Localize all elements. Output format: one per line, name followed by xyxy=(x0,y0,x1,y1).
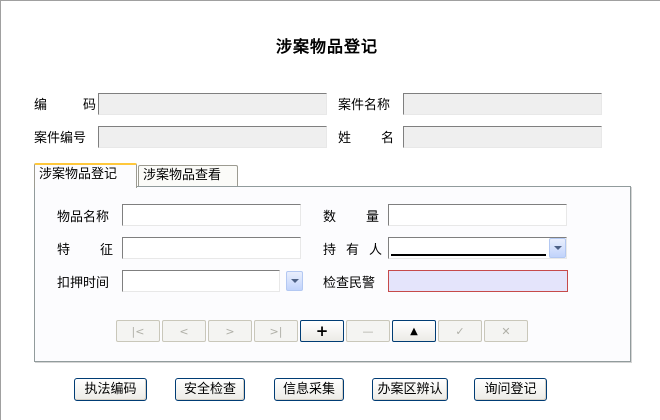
inspector-field[interactable] xyxy=(388,270,568,292)
first-record-icon: |< xyxy=(131,324,145,338)
code-label: 编码 xyxy=(34,94,96,113)
tab-item-register[interactable]: 涉案物品登记 xyxy=(34,163,137,188)
page-title: 涉案物品登记 xyxy=(275,37,378,56)
window: 涉案物品登记 编码 案件名称 案件编号 姓名 涉案物品登记 涉案物品查看 物品名… xyxy=(0,0,660,420)
info-collect-button[interactable]: 信息采集 xyxy=(274,378,344,401)
prev-record-icon: < xyxy=(179,324,189,338)
case-name-label: 案件名称 xyxy=(338,98,391,113)
case-no-label: 案件编号 xyxy=(34,131,87,146)
detain-time-field[interactable] xyxy=(122,270,280,292)
delete-record-button[interactable]: — xyxy=(346,320,390,342)
security-check-button[interactable]: 安全检查 xyxy=(175,378,245,401)
item-name-field[interactable] xyxy=(122,204,301,226)
edit-icon: ▲ xyxy=(410,325,418,337)
case-area-identify-button[interactable]: 办案区辨认 xyxy=(372,378,448,401)
tab-item-view[interactable]: 涉案物品查看 xyxy=(138,165,238,187)
edit-record-button[interactable]: ▲ xyxy=(392,320,436,342)
name-field[interactable] xyxy=(403,126,602,148)
inspector-label: 检查民警 xyxy=(323,276,376,291)
feature-field[interactable] xyxy=(122,237,301,259)
holder-value xyxy=(391,240,546,256)
inquiry-register-button[interactable]: 询问登记 xyxy=(474,378,547,401)
law-code-button[interactable]: 执法编码 xyxy=(74,378,147,401)
holder-label: 持有人 xyxy=(323,243,393,258)
chevron-down-icon xyxy=(553,246,562,250)
holder-combo[interactable] xyxy=(388,237,567,259)
add-record-button[interactable]: + xyxy=(300,320,344,342)
detain-time-dropdown-button[interactable] xyxy=(286,271,303,291)
holder-dropdown-button[interactable] xyxy=(549,238,566,258)
last-record-icon: >| xyxy=(269,324,283,338)
last-record-button[interactable]: >| xyxy=(254,320,298,342)
next-record-icon: > xyxy=(225,324,235,338)
save-record-button[interactable]: ✓ xyxy=(438,320,482,342)
case-name-field[interactable] xyxy=(403,93,602,115)
tab-label: 涉案物品查看 xyxy=(143,168,222,183)
cancel-icon: ✕ xyxy=(501,324,511,338)
first-record-button[interactable]: |< xyxy=(116,320,160,342)
add-icon: + xyxy=(315,322,329,340)
code-field[interactable] xyxy=(98,93,327,115)
prev-record-button[interactable]: < xyxy=(162,320,206,342)
save-icon: ✓ xyxy=(455,324,465,338)
delete-icon: — xyxy=(362,324,374,338)
detain-time-label: 扣押时间 xyxy=(57,276,110,291)
case-no-field[interactable] xyxy=(98,126,327,148)
cancel-record-button[interactable]: ✕ xyxy=(484,320,528,342)
quantity-field[interactable] xyxy=(388,204,567,226)
tab-label: 涉案物品登记 xyxy=(39,167,118,182)
chevron-down-icon xyxy=(290,279,299,283)
item-name-label: 物品名称 xyxy=(57,210,110,225)
next-record-button[interactable]: > xyxy=(208,320,252,342)
